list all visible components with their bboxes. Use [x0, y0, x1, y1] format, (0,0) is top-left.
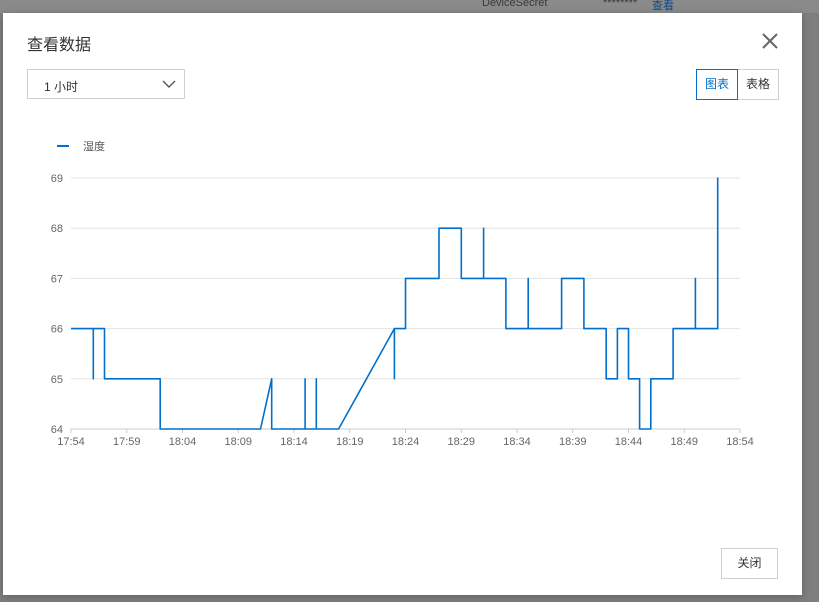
chart-axes: 64 65 66 67 68 69 17:54 17:59 18:04 18:09 18:14 18:…: [51, 173, 754, 448]
view-data-modal: 查看数据 1 小时 图表 表格 64 65 66 67 68 69 17:54 17:59 18…: [3, 13, 802, 595]
x-tick-label: 18:24: [392, 436, 420, 448]
chart-series: [71, 177, 719, 430]
x-tick-label: 17:54: [57, 436, 85, 448]
x-tick-label: 18:39: [559, 436, 587, 448]
x-tick-label: 18:54: [726, 436, 754, 448]
y-tick-label: 68: [51, 223, 63, 235]
background-view-link[interactable]: 查看: [652, 0, 674, 13]
y-tick-label: 65: [51, 374, 63, 386]
legend-label: 湿度: [83, 139, 105, 153]
y-tick-label: 64: [51, 424, 63, 436]
y-tick-label: 69: [51, 173, 63, 185]
y-tick-label: 67: [51, 273, 63, 285]
close-button[interactable]: 关闭: [721, 548, 778, 579]
background-masked-secret: ********: [603, 0, 638, 9]
series-line-humidity: [71, 177, 719, 430]
x-tick-label: 18:49: [670, 436, 698, 448]
chart-legend[interactable]: 湿度: [57, 139, 105, 153]
x-tick-label: 18:29: [447, 436, 475, 448]
y-tick-label: 66: [51, 324, 63, 336]
background-field-label: DeviceSecret: [482, 0, 548, 9]
x-tick-label: 18:44: [615, 436, 643, 448]
x-tick-label: 18:14: [280, 436, 308, 448]
humidity-line-chart: 64 65 66 67 68 69 17:54 17:59 18:04 18:09 18:14 18:…: [51, 139, 754, 448]
x-tick-label: 18:34: [503, 436, 531, 448]
background-page: DeviceSecret ******** 查看: [0, 0, 819, 13]
x-tick-label: 18:04: [169, 436, 197, 448]
x-tick-label: 18:19: [336, 436, 364, 448]
x-tick-label: 17:59: [113, 436, 141, 448]
x-tick-label: 18:09: [224, 436, 252, 448]
